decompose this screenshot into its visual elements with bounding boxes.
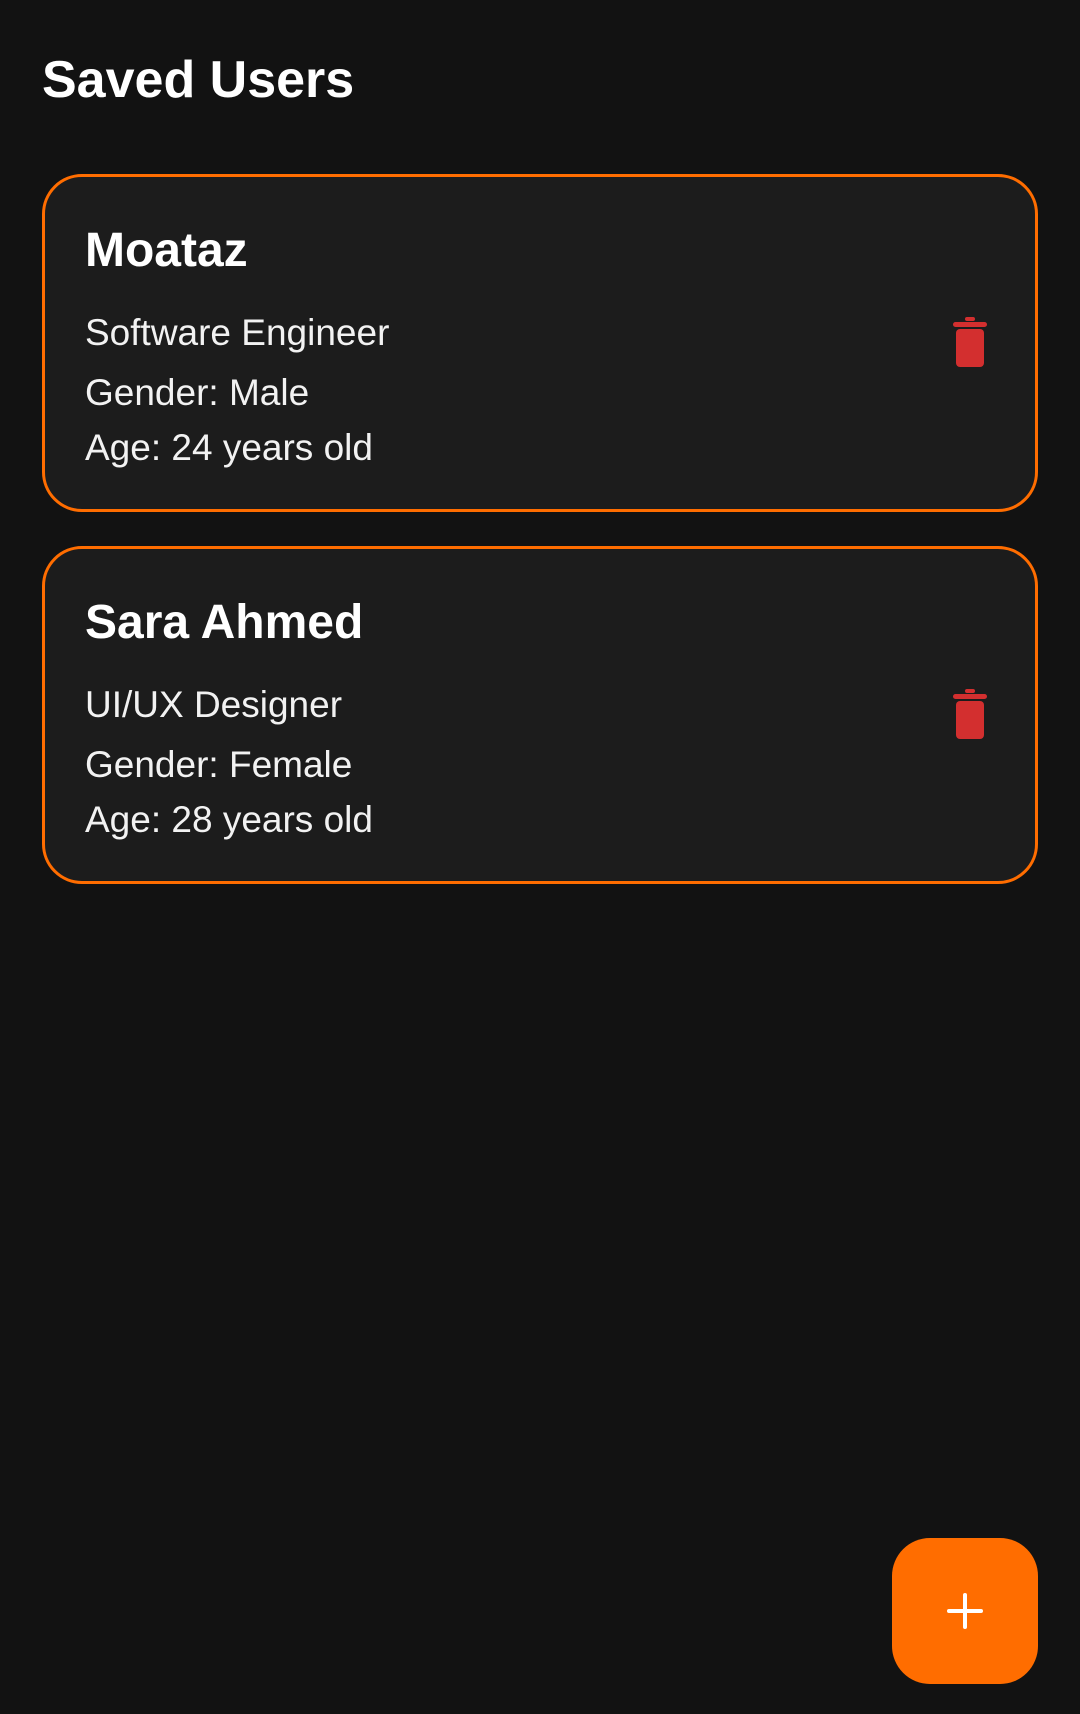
user-gender: Gender: Female (85, 744, 353, 785)
plus-icon (947, 1593, 983, 1629)
page-title: Saved Users (42, 51, 355, 109)
delete-user-button[interactable] (935, 307, 1005, 377)
add-user-button[interactable] (892, 1538, 1038, 1684)
user-gender: Gender: Male (85, 372, 310, 413)
user-age: Age: 24 years old (85, 427, 373, 468)
user-name: Moataz (85, 224, 248, 277)
user-age: Age: 28 years old (85, 799, 373, 840)
user-card[interactable]: Sara Ahmed UI/UX Designer Gender: Female… (42, 546, 1038, 884)
user-role: UI/UX Designer (85, 684, 343, 725)
user-list: Moataz Software Engineer Gender: Male Ag… (42, 174, 1038, 884)
trash-icon (953, 689, 987, 739)
trash-icon (953, 317, 987, 367)
user-name: Sara Ahmed (85, 596, 364, 649)
user-role: Software Engineer (85, 312, 390, 353)
saved-users-screen: Saved Users Moataz Software Engineer Gen… (0, 0, 1080, 1714)
delete-user-button[interactable] (935, 679, 1005, 749)
user-card[interactable]: Moataz Software Engineer Gender: Male Ag… (42, 174, 1038, 512)
